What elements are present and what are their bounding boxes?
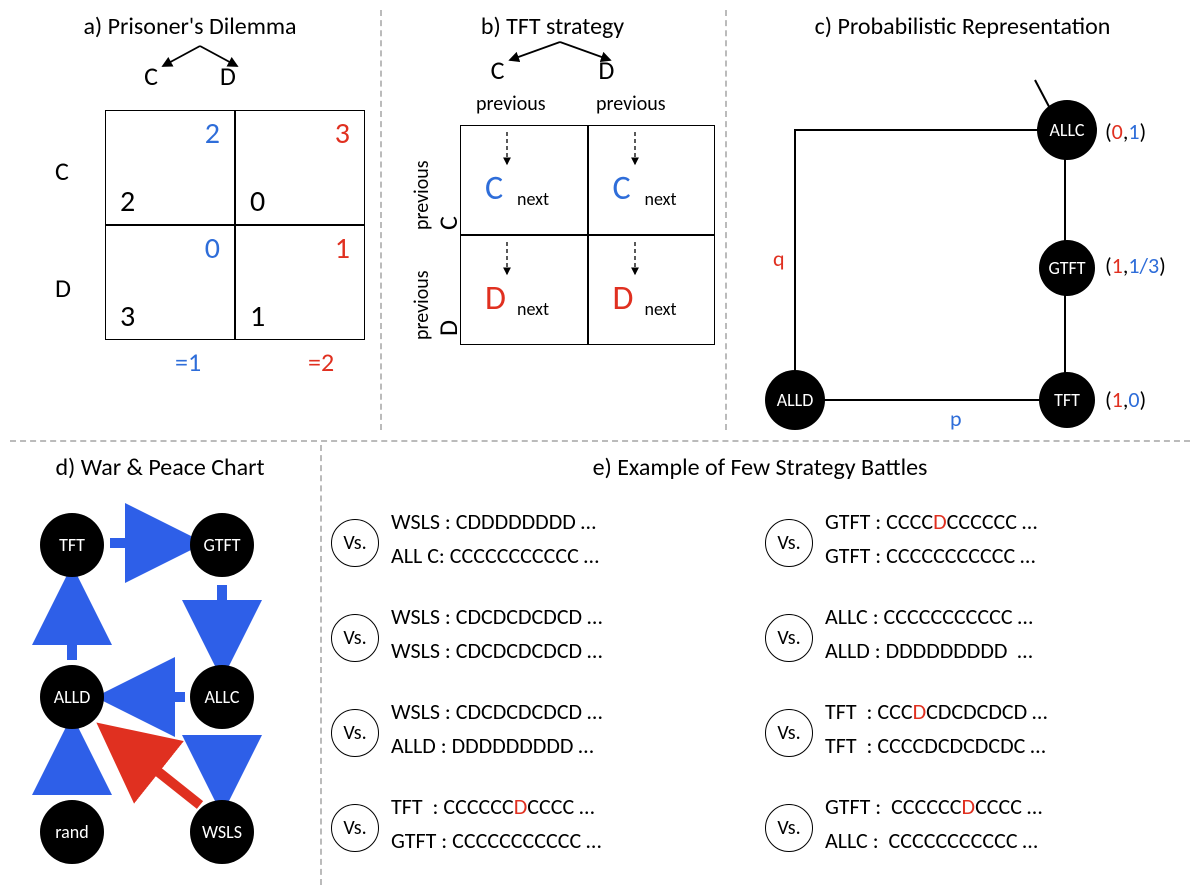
cell-dd: 1 1 — [235, 225, 365, 340]
col-headers-b: C D — [380, 54, 725, 86]
battle-lines: GTFT : CCCCDCCCCCC … GTFT : CCCCCCCCCCC … — [825, 505, 1037, 573]
avg-C: =1 — [175, 346, 201, 378]
col-sub-1: previous — [476, 92, 546, 116]
battle-lines: TFT : CCCDCDCDCDCD … TFT : CCCCDCDCDCDC … — [825, 695, 1047, 763]
battle: Vs.WSLS : CDCDCDCDCD … WSLS : CDCDCDCDCD… — [331, 600, 761, 695]
wp-gtft: GTFT — [190, 513, 254, 577]
down-arrow-icon — [497, 240, 517, 280]
axis-p: p — [950, 405, 962, 432]
dc-col-pay: 0 — [205, 230, 220, 267]
col-C-b: C — [491, 54, 505, 86]
tft-cell-br: D next — [588, 235, 716, 345]
node-tft: TFT — [1039, 372, 1095, 428]
row-D: D — [55, 272, 71, 304]
wp-wsls: WSLS — [190, 800, 254, 864]
tft-bl-next: next — [517, 298, 549, 320]
wp-tft: TFT — [40, 513, 104, 577]
divider-h — [10, 440, 1190, 442]
vs-badge: Vs. — [331, 804, 379, 852]
tft-grid: C next C next D next D next — [460, 125, 715, 345]
panel-e-title: e) Example of Few Strategy Battles — [325, 453, 1195, 482]
battle: Vs.TFT : CCCDCDCDCDCD … TFT : CCCCDCDCDC… — [765, 695, 1195, 790]
avg-D: =2 — [308, 346, 334, 378]
tft-br-next: next — [645, 298, 677, 320]
cd-row-pay: 0 — [250, 183, 265, 220]
panel-b-title: b) TFT strategy — [380, 12, 725, 41]
battle-lines: GTFT : CCCCCCDCCCC … ALLC : CCCCCCCCCCC … — [825, 790, 1042, 858]
down-arrow-icon — [497, 130, 517, 170]
wp-rand: rand — [40, 800, 104, 864]
vs-badge: Vs. — [331, 709, 379, 757]
down-arrow-icon — [625, 130, 645, 170]
panel-b: b) TFT strategy C D previous previous C … — [380, 0, 725, 440]
tft-tl-action: C — [485, 168, 503, 209]
row-sub-2: previous — [410, 270, 434, 340]
vs-badge: Vs. — [331, 614, 379, 662]
tft-tl-next: next — [517, 188, 549, 210]
vs-badge: Vs. — [765, 614, 813, 662]
panel-e: e) Example of Few Strategy Battles Vs.WS… — [325, 445, 1195, 890]
col-sub-2: previous — [596, 92, 666, 116]
battle: Vs.TFT : CCCCCCDCCCC … GTFT : CCCCCCCCCC… — [331, 790, 761, 885]
wp-alld: ALLD — [40, 665, 104, 729]
row-C: C — [55, 155, 69, 187]
panel-c-title: c) Probabilistic Representation — [725, 12, 1200, 41]
cc-col-pay: 2 — [205, 115, 220, 152]
panel-c: c) Probabilistic Representation q p ALLC… — [725, 0, 1200, 440]
cell-dc: 0 3 — [105, 225, 235, 340]
tft-bl-action: D — [485, 278, 506, 319]
vs-badge: Vs. — [765, 519, 813, 567]
battle: Vs.WSLS : CDDDDDDDD … ALL C: CCCCCCCCCCC… — [331, 505, 761, 600]
cc-row-pay: 2 — [120, 183, 135, 220]
vs-badge: Vs. — [765, 804, 813, 852]
allc-pq: (0,1) — [1105, 118, 1146, 145]
payoff-grid: 2 2 3 0 0 3 1 1 — [105, 110, 365, 340]
battles-right: Vs.GTFT : CCCCDCCCCCC … GTFT : CCCCCCCCC… — [765, 505, 1195, 885]
battle-lines: TFT : CCCCCCDCCCC … GTFT : CCCCCCCCCCC … — [391, 790, 601, 858]
battle-lines: WSLS : CDCDCDCDCD … WSLS : CDCDCDCDCD … — [391, 600, 602, 668]
col-D: D — [220, 60, 236, 92]
dc-row-pay: 3 — [120, 298, 135, 335]
tft-cell-tr: C next — [588, 125, 716, 235]
cell-cc: 2 2 — [105, 110, 235, 225]
node-allc: ALLC — [1037, 100, 1097, 160]
gtft-pq: (1,1/3) — [1105, 252, 1166, 279]
battle: Vs.GTFT : CCCCDCCCCCC … GTFT : CCCCCCCCC… — [765, 505, 1195, 600]
battle-lines: WSLS : CDCDCDCDCD … ALLD : DDDDDDDDD … — [391, 695, 602, 763]
cell-cd: 3 0 — [235, 110, 365, 225]
tft-cell-tl: C next — [460, 125, 588, 235]
cd-col-pay: 3 — [335, 115, 350, 152]
tft-tr-action: C — [613, 168, 631, 209]
dd-row-pay: 1 — [250, 298, 265, 335]
panel-a-title: a) Prisoner's Dilemma — [0, 12, 380, 41]
wp-allc: ALLC — [190, 665, 254, 729]
panel-d: d) War & Peace Chart TFT GTFT ALLD ALLC … — [0, 445, 320, 890]
node-alld: ALLD — [765, 370, 825, 430]
tft-cell-bl: D next — [460, 235, 588, 345]
battle: Vs.GTFT : CCCCCCDCCCC … ALLC : CCCCCCCCC… — [765, 790, 1195, 885]
row-sub-1: previous — [410, 160, 434, 230]
battle-lines: WSLS : CDDDDDDDD … ALL C: CCCCCCCCCCC … — [391, 505, 599, 573]
axis-q: q — [773, 245, 785, 272]
dd-col-pay: 1 — [335, 230, 350, 267]
divider-v3 — [320, 445, 322, 885]
down-arrow-icon — [625, 240, 645, 280]
vs-badge: Vs. — [331, 519, 379, 567]
vs-badge: Vs. — [765, 709, 813, 757]
panel-a: a) Prisoner's Dilemma C D C D 2 2 3 0 0 … — [0, 0, 380, 440]
col-D-b: D — [598, 54, 614, 86]
col-headers: C D — [0, 60, 380, 92]
col-C: C — [144, 60, 158, 92]
node-gtft: GTFT — [1039, 240, 1095, 296]
tft-pq: (1,0) — [1105, 386, 1146, 413]
battles-left: Vs.WSLS : CDDDDDDDD … ALL C: CCCCCCCCCCC… — [331, 505, 761, 885]
battle-lines: ALLC : CCCCCCCCCCC … ALLD : DDDDDDDDD … — [825, 600, 1033, 668]
battle: Vs.WSLS : CDCDCDCDCD … ALLD : DDDDDDDDD … — [331, 695, 761, 790]
battle: Vs.ALLC : CCCCCCCCCCC … ALLD : DDDDDDDDD… — [765, 600, 1195, 695]
tft-tr-next: next — [645, 188, 677, 210]
tft-br-action: D — [613, 278, 634, 319]
